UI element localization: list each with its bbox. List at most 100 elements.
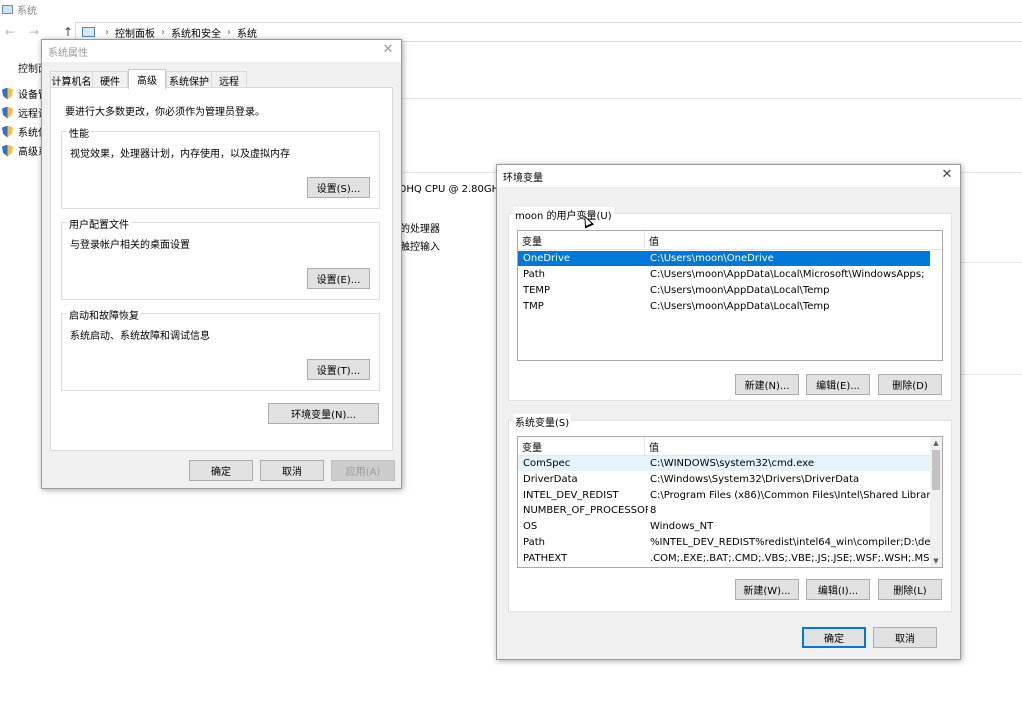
variable-name: OneDrive: [523, 253, 571, 264]
user-variables-group: moon 的用户变量(U) 变量 值 OneDrive C:\Users\moo…: [508, 207, 952, 401]
ok-button[interactable]: 确定: [189, 460, 253, 481]
system-variable-row-number-of-processors[interactable]: NUMBER_OF_PROCESSORS 8: [518, 503, 931, 518]
user-variables-label: moon 的用户变量(U): [513, 207, 614, 222]
variable-name: DriverData: [523, 474, 578, 485]
environment-variables-button[interactable]: 环境变量(N)...: [268, 403, 379, 424]
up-arrow-icon[interactable]: ↑: [60, 25, 76, 39]
system-new-button[interactable]: 新建(W)...: [735, 579, 799, 600]
breadcrumb-control-panel[interactable]: 控制面板: [115, 25, 155, 40]
system-variable-row-driverdata[interactable]: DriverData C:\Windows\System32\Drivers\D…: [518, 472, 931, 487]
startup-recovery-group: 启动和故障恢复 系统启动、系统故障和调试信息 设置(T)...: [61, 307, 380, 391]
environment-variables-dialog: 环境变量 ✕ moon 的用户变量(U) 变量 值 OneDrive C:\Us…: [496, 164, 961, 660]
forward-arrow-icon[interactable]: →: [26, 25, 42, 39]
user-profiles-description: 与登录帐户相关的桌面设置: [70, 240, 190, 251]
divider: [960, 374, 1022, 375]
system-variables-group: 系统变量(S) 变量 值 ComSpec C:\WINDOWS\system32…: [508, 414, 952, 612]
variable-value: Windows_NT: [650, 521, 714, 532]
list-header: 变量 值: [518, 437, 942, 456]
variable-value: C:\WINDOWS\system32\cmd.exe: [650, 458, 814, 469]
processor-info-text: 0HQ CPU @ 2.80GHz: [400, 184, 505, 195]
close-icon[interactable]: ✕: [940, 168, 954, 182]
column-header-value[interactable]: 值: [645, 437, 931, 456]
shield-icon: [2, 87, 13, 100]
control-panel-icon: [82, 27, 95, 37]
shield-icon: [2, 144, 13, 157]
variable-name: INTEL_DEV_REDIST: [523, 490, 619, 501]
shield-icon: [2, 125, 13, 138]
user-variable-row-tmp[interactable]: TMP C:\Users\moon\AppData\Local\Temp: [518, 299, 930, 314]
system-variables-scrollbar[interactable]: ▲ ▼: [930, 437, 942, 567]
user-delete-button[interactable]: 删除(D): [878, 374, 942, 395]
system-variable-row-pathext[interactable]: PATHEXT .COM;.EXE;.BAT;.CMD;.VBS;.VBE;.J…: [518, 551, 931, 566]
breadcrumb-system[interactable]: 系统: [237, 25, 257, 40]
system-variable-row-comspec[interactable]: ComSpec C:\WINDOWS\system32\cmd.exe: [518, 456, 931, 471]
variable-value: .COM;.EXE;.BAT;.CMD;.VBS;.VBE;.JS;.JSE;.…: [650, 553, 930, 564]
breadcrumb-system-security[interactable]: 系统和安全: [171, 25, 221, 40]
user-profiles-group: 用户配置文件 与登录帐户相关的桌面设置 设置(E)...: [61, 216, 380, 300]
startup-recovery-settings-button[interactable]: 设置(T)...: [307, 359, 370, 380]
performance-description: 视觉效果，处理器计划，内存使用，以及虚拟内存: [70, 149, 290, 160]
user-profiles-label: 用户配置文件: [67, 216, 131, 231]
variable-value: C:\Users\moon\OneDrive: [650, 253, 774, 264]
column-header-variable[interactable]: 变量: [518, 231, 644, 250]
variable-value: C:\Windows\System32\Drivers\DriverData: [650, 474, 860, 485]
list-header: 变量 值: [518, 231, 942, 250]
variable-name: PATHEXT: [523, 553, 568, 564]
startup-recovery-description: 系统启动、系统故障和调试信息: [70, 331, 210, 342]
system-edit-button[interactable]: 编辑(I)...: [806, 579, 870, 600]
variable-value: 8: [650, 505, 657, 516]
system-type-text: 的处理器: [400, 224, 440, 235]
user-new-button[interactable]: 新建(N)...: [735, 374, 799, 395]
system-variable-row-intel-dev-redist[interactable]: INTEL_DEV_REDIST C:\Program Files (x86)\…: [518, 488, 931, 503]
variable-name: Path: [523, 537, 545, 548]
back-arrow-icon[interactable]: ←: [2, 25, 18, 39]
shield-icon: [2, 106, 13, 119]
system-variables-label: 系统变量(S): [513, 414, 572, 429]
tab-system-protection[interactable]: 系统保护: [166, 71, 212, 88]
tab-advanced[interactable]: 高级: [128, 69, 166, 89]
variable-name: NUMBER_OF_PROCESSORS: [523, 505, 648, 516]
user-variable-row-path[interactable]: Path C:\Users\moon\AppData\Local\Microso…: [518, 267, 930, 282]
user-variable-row-temp[interactable]: TEMP C:\Users\moon\AppData\Local\Temp: [518, 283, 930, 298]
performance-label: 性能: [67, 125, 91, 140]
column-header-value[interactable]: 值: [645, 231, 935, 250]
variable-name: ComSpec: [523, 458, 571, 469]
user-variable-row-onedrive[interactable]: OneDrive C:\Users\moon\OneDrive: [518, 251, 930, 266]
tab-hardware[interactable]: 硬件: [92, 71, 128, 88]
user-variables-list[interactable]: 变量 值 OneDrive C:\Users\moon\OneDrive Pat…: [517, 230, 943, 361]
system-variable-row-os[interactable]: OS Windows_NT: [518, 519, 931, 534]
system-variables-list[interactable]: 变量 值 ComSpec C:\WINDOWS\system32\cmd.exe…: [517, 436, 943, 568]
variable-name: Path: [523, 269, 545, 280]
variable-value: C:\Users\moon\AppData\Local\Temp: [650, 301, 830, 312]
variable-name: OS: [523, 521, 538, 532]
apply-button[interactable]: 应用(A): [331, 460, 395, 481]
scroll-up-arrow-icon[interactable]: ▲: [930, 437, 942, 449]
cancel-button[interactable]: 取消: [260, 460, 324, 481]
performance-group: 性能 视觉效果，处理器计划，内存使用，以及虚拟内存 设置(S)...: [61, 125, 380, 209]
performance-settings-button[interactable]: 设置(S)...: [307, 177, 370, 198]
pen-touch-text: 触控输入: [400, 242, 440, 253]
variable-name: TEMP: [523, 285, 551, 296]
breadcrumb-separator: ›: [161, 26, 165, 38]
variable-value: C:\Users\moon\AppData\Local\Microsoft\Wi…: [650, 269, 925, 280]
dialog-title: 环境变量: [503, 172, 543, 184]
cancel-button[interactable]: 取消: [873, 627, 937, 648]
background-title: 系统: [17, 5, 37, 17]
environment-variables-titlebar: 环境变量 ✕: [497, 165, 960, 187]
column-header-variable[interactable]: 变量: [518, 437, 644, 456]
tab-computer-name[interactable]: 计算机名: [50, 71, 93, 88]
divider: [960, 262, 1022, 263]
system-delete-button[interactable]: 删除(L): [878, 579, 942, 600]
dialog-title: 系统属性: [48, 47, 88, 59]
scroll-down-arrow-icon[interactable]: ▼: [930, 555, 942, 567]
user-profiles-settings-button[interactable]: 设置(E)...: [307, 268, 370, 289]
background-titlebar: 系统: [0, 0, 1022, 18]
scrollbar-thumb[interactable]: [932, 450, 940, 490]
variable-name: TMP: [523, 301, 544, 312]
close-icon[interactable]: ✕: [381, 43, 395, 57]
user-edit-button[interactable]: 编辑(E)...: [806, 374, 870, 395]
tab-remote[interactable]: 远程: [211, 71, 247, 88]
system-variable-row-path[interactable]: Path %INTEL_DEV_REDIST%redist\intel64_wi…: [518, 535, 931, 550]
system-properties-dialog: 系统属性 ✕ 计算机名 硬件 高级 系统保护 远程 要进行大多数更改，你必须作为…: [41, 39, 402, 489]
ok-button[interactable]: 确定: [802, 627, 866, 648]
